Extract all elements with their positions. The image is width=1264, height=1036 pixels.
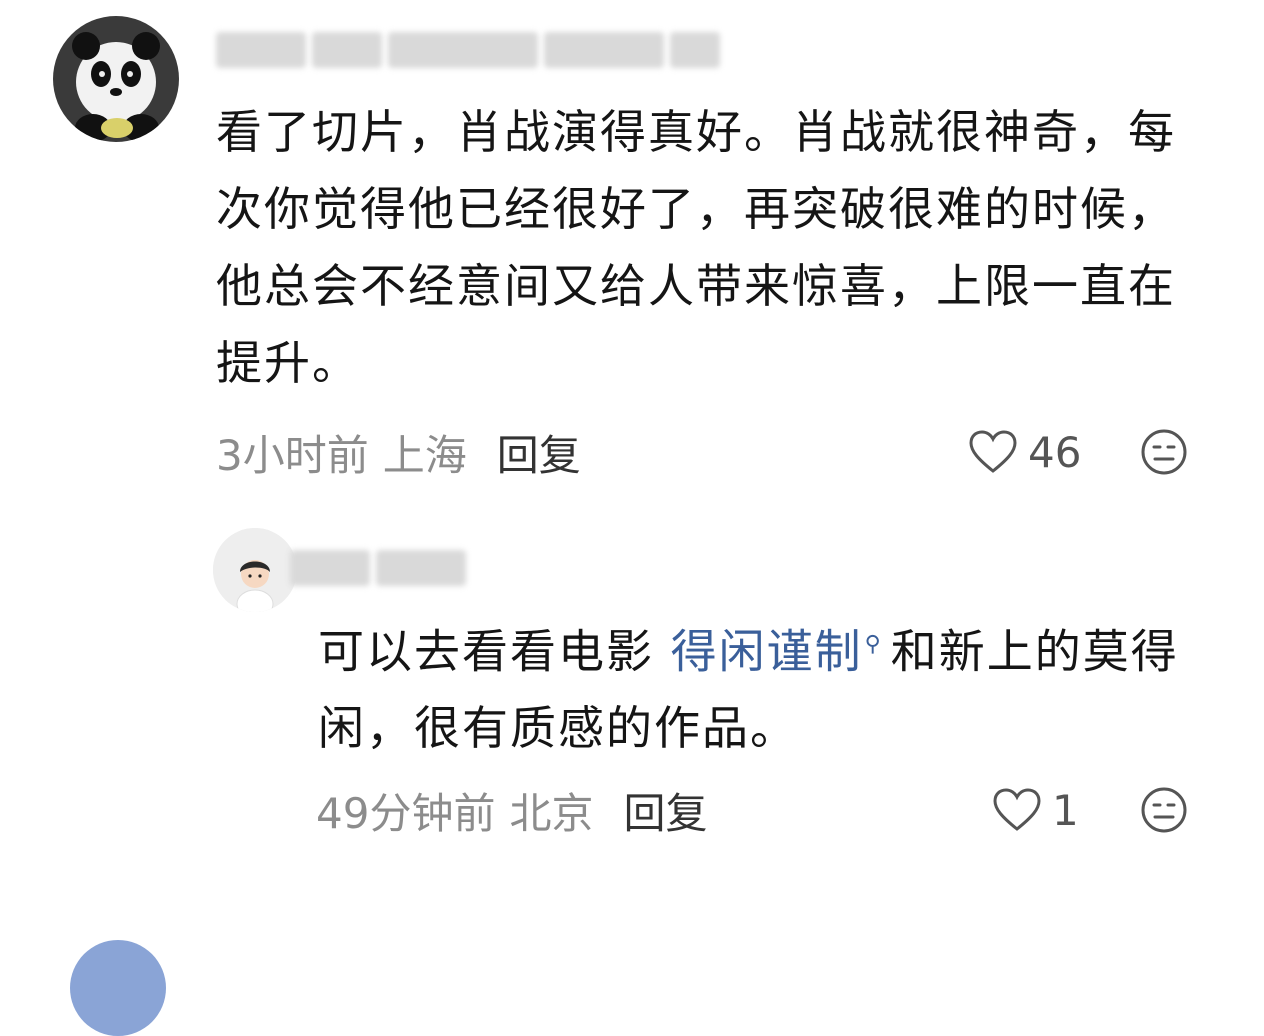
like-count: 46	[1028, 427, 1082, 477]
panda-avatar-image	[53, 16, 179, 142]
search-link[interactable]: 得闲谨制	[671, 624, 863, 678]
reply-reply-button[interactable]: 回复	[623, 780, 707, 841]
reply-time: 49分钟前	[316, 788, 496, 838]
reply-text: 可以去看看电影 得闲谨制⚲ 和新上的莫得闲，很有质感的作品。	[318, 606, 1218, 767]
reply-meta: 49分钟前 北京 回复	[316, 784, 707, 838]
heart-outline-icon	[993, 788, 1041, 831]
boy-avatar[interactable]	[213, 528, 297, 612]
reply-like-button[interactable]: 1	[992, 784, 1079, 836]
comment-location: 上海	[382, 430, 467, 480]
reply-text-before: 可以去看看电影	[318, 624, 671, 679]
comment-item: 看了切片，肖战演得真好。肖战就很神奇，每次你觉得他已经很好了，再突破很难的时候，…	[0, 0, 1264, 500]
username-blurred[interactable]	[216, 32, 720, 68]
comment-text: 看了切片，肖战演得真好。肖战就很神奇，每次你觉得他已经很好了，再突破很难的时候，…	[216, 105, 1176, 390]
like-button[interactable]: 46	[968, 426, 1081, 478]
reply-username-blurred[interactable]	[290, 550, 466, 586]
panda-avatar[interactable]	[53, 16, 179, 142]
dislike-button[interactable]	[1140, 428, 1188, 476]
heart-outline-icon	[969, 430, 1017, 473]
reply-like-count: 1	[1052, 785, 1079, 835]
reply-item: 可以去看看电影 得闲谨制⚲ 和新上的莫得闲，很有质感的作品。 49分钟前 北京 回…	[0, 500, 1264, 860]
neutral-face-icon	[1141, 787, 1187, 833]
next-comment-avatar[interactable]	[70, 940, 166, 1036]
search-icon[interactable]: ⚲	[865, 632, 883, 657]
reply-button[interactable]: 回复	[497, 422, 581, 483]
comment-time: 3小时前	[216, 430, 369, 480]
reply-location: 北京	[509, 788, 594, 838]
reply-dislike-button[interactable]	[1140, 786, 1188, 834]
neutral-face-icon	[1141, 429, 1187, 475]
comment-meta: 3小时前 上海 回复	[216, 426, 581, 480]
boy-avatar-image	[213, 528, 297, 612]
